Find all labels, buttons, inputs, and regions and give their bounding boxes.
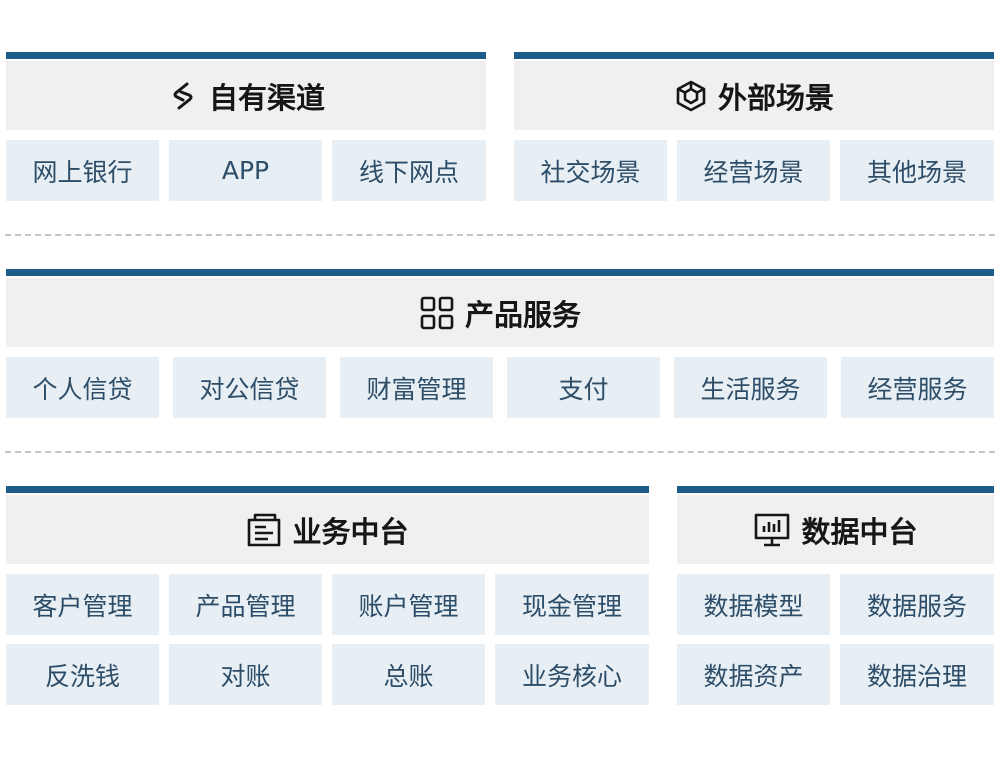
panel-header: 自有渠道 xyxy=(6,61,486,130)
panel-accent-bar xyxy=(6,269,994,276)
panel-external-scenes: 外部场景 xyxy=(514,52,994,130)
tile-reconciliation: 对账 xyxy=(169,644,322,705)
panel-own-channels: 自有渠道 xyxy=(6,52,486,130)
panel-title: 业务中台 xyxy=(292,514,409,549)
tile-corporate-credit: 对公信贷 xyxy=(173,357,326,418)
tile-customer-management: 客户管理 xyxy=(6,574,159,635)
tile-payment: 支付 xyxy=(507,357,660,418)
panel-title: 外部场景 xyxy=(717,80,834,115)
tile-personal-credit: 个人信贷 xyxy=(6,357,159,418)
link-icon xyxy=(167,80,199,112)
panel-title: 数据中台 xyxy=(801,514,918,549)
tile-product-management: 产品管理 xyxy=(169,574,322,635)
tile-data-governance: 数据治理 xyxy=(840,644,994,705)
tile-business-scene: 经营场景 xyxy=(677,140,830,201)
tile-other-scene: 其他场景 xyxy=(840,140,994,201)
panel-header: 外部场景 xyxy=(514,61,994,130)
tile-social-scene: 社交场景 xyxy=(514,140,667,201)
panel-accent-bar xyxy=(6,486,649,493)
tile-business-services: 经营服务 xyxy=(841,357,994,418)
document-icon xyxy=(246,512,282,548)
tile-data-assets: 数据资产 xyxy=(677,644,830,705)
cube-icon xyxy=(674,79,708,113)
tile-anti-money-laundering: 反洗钱 xyxy=(6,644,159,705)
panel-header: 产品服务 xyxy=(6,278,994,347)
tile-life-services: 生活服务 xyxy=(674,357,827,418)
dashed-divider xyxy=(5,451,995,453)
dashed-divider xyxy=(5,234,995,236)
tile-online-banking: 网上银行 xyxy=(6,140,159,201)
tile-app: APP xyxy=(169,140,322,201)
tile-general-ledger: 总账 xyxy=(332,644,485,705)
panel-data-middle-platform: 数据中台 xyxy=(677,486,994,564)
tile-cash-management: 现金管理 xyxy=(495,574,649,635)
monitor-chart-icon xyxy=(753,512,791,548)
tile-data-model: 数据模型 xyxy=(677,574,830,635)
panel-accent-bar xyxy=(514,52,994,59)
panel-business-middle-platform: 业务中台 xyxy=(6,486,649,564)
tile-wealth-management: 财富管理 xyxy=(340,357,493,418)
panel-accent-bar xyxy=(677,486,994,493)
tile-account-management: 账户管理 xyxy=(332,574,485,635)
panel-header: 数据中台 xyxy=(677,495,994,564)
tile-data-services: 数据服务 xyxy=(840,574,994,635)
grid-icon xyxy=(419,295,455,331)
panel-accent-bar xyxy=(6,52,486,59)
panel-header: 业务中台 xyxy=(6,495,649,564)
panel-product-services: 产品服务 xyxy=(6,269,994,347)
panel-title: 产品服务 xyxy=(464,297,581,332)
tile-offline-branch: 线下网点 xyxy=(332,140,486,201)
tile-business-core: 业务核心 xyxy=(495,644,649,705)
panel-title: 自有渠道 xyxy=(208,80,325,115)
